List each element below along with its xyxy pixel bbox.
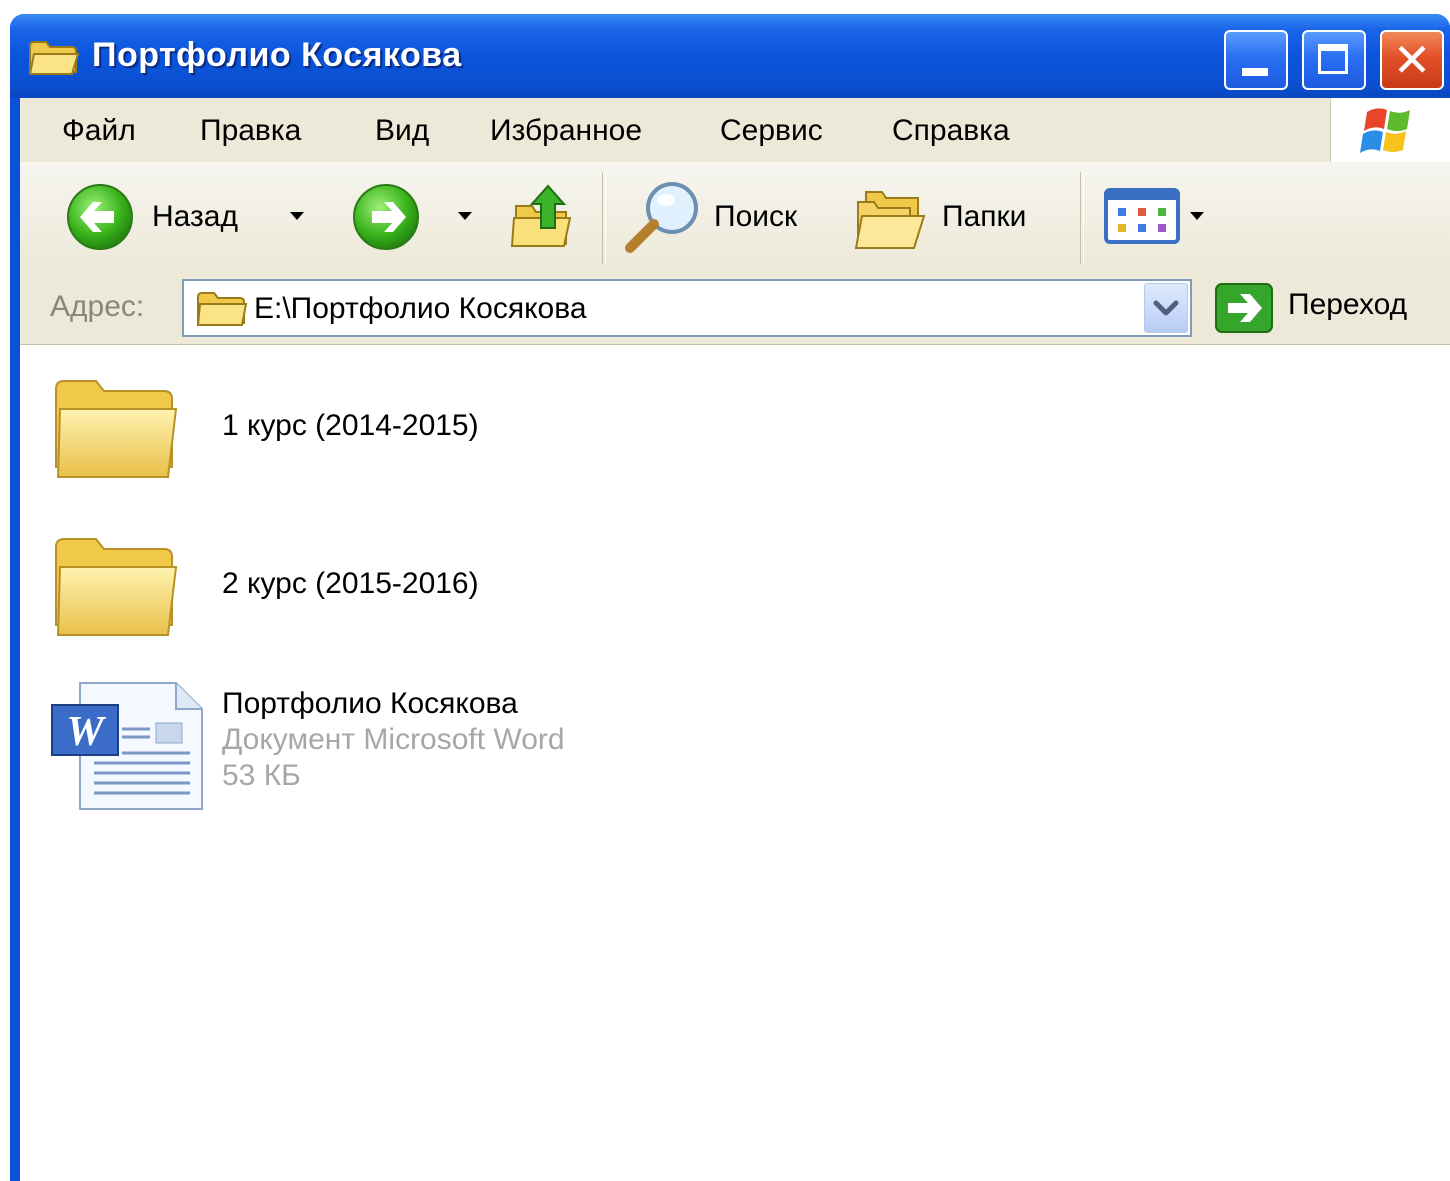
- address-input[interactable]: E:\Портфолио Косякова: [182, 279, 1192, 337]
- windows-flag-icon: [1360, 108, 1410, 153]
- go-button-label[interactable]: Переход: [1288, 288, 1407, 322]
- document-size: 53 КБ: [222, 759, 301, 792]
- menu-view[interactable]: Вид: [375, 114, 429, 148]
- forward-arrow-icon[interactable]: [348, 182, 426, 252]
- svg-text:W: W: [66, 709, 106, 755]
- list-item[interactable]: 1 курс (2014-2015): [50, 375, 610, 485]
- folder-name: 1 курс (2014-2015): [222, 409, 479, 442]
- back-arrow-icon[interactable]: [62, 182, 140, 252]
- close-button[interactable]: ✕: [1380, 30, 1444, 90]
- toolbar-separator: [602, 172, 606, 264]
- maximize-icon: [1318, 44, 1348, 74]
- menu-tools[interactable]: Сервис: [720, 114, 823, 148]
- folder-open-icon: [28, 41, 80, 75]
- go-arrow-icon[interactable]: [1214, 282, 1274, 334]
- document-type: Документ Microsoft Word: [222, 723, 565, 756]
- minimize-button[interactable]: [1224, 30, 1288, 90]
- views-icon[interactable]: [1104, 188, 1184, 246]
- toolbar-separator: [1080, 172, 1084, 264]
- document-name: Портфолио Косякова: [222, 687, 518, 720]
- address-dropdown-button[interactable]: [1144, 283, 1188, 333]
- folders-button-label[interactable]: Папки: [942, 200, 1026, 234]
- folders-icon[interactable]: [852, 182, 930, 252]
- forward-dropdown-arrow[interactable]: [458, 212, 472, 220]
- folder-icon: [55, 538, 178, 636]
- chevron-down-icon: [1153, 300, 1179, 316]
- file-list: 1 курс (2014-2015) 2 курс (2015-2016) W …: [20, 345, 1450, 1181]
- list-item[interactable]: 2 курс (2015-2016): [50, 533, 610, 643]
- folder-icon: [55, 380, 178, 478]
- back-dropdown-arrow[interactable]: [290, 212, 304, 220]
- address-label: Адрес:: [50, 290, 145, 323]
- back-button-label[interactable]: Назад: [152, 200, 238, 234]
- views-dropdown-arrow[interactable]: [1190, 212, 1204, 220]
- search-icon[interactable]: [622, 176, 706, 258]
- title-bar[interactable]: Портфолио Косякова ✕: [10, 14, 1450, 98]
- menu-bar: Файл Правка Вид Избранное Сервис Справка: [20, 98, 1450, 163]
- standard-toolbar: Назад Поиск Папки: [20, 162, 1450, 273]
- menu-help[interactable]: Справка: [892, 114, 1010, 148]
- menu-file[interactable]: Файл: [62, 114, 136, 148]
- explorer-window: Портфолио Косякова ✕ Файл Правка Вид Изб…: [10, 14, 1450, 1181]
- menu-favorites[interactable]: Избранное: [490, 114, 642, 148]
- word-document-icon: W: [51, 682, 203, 810]
- folder-icon: [196, 292, 248, 326]
- minimize-icon: [1242, 68, 1268, 76]
- search-button-label[interactable]: Поиск: [714, 200, 797, 234]
- menu-edit[interactable]: Правка: [200, 114, 301, 148]
- windows-logo: [1330, 98, 1450, 162]
- up-folder-icon[interactable]: [510, 182, 580, 252]
- window-title: Портфолио Косякова: [92, 36, 462, 74]
- maximize-button[interactable]: [1302, 30, 1366, 90]
- address-bar: Адрес: E:\Портфолио Косякова Переход: [20, 272, 1450, 345]
- window-client-area: Файл Правка Вид Избранное Сервис Справка: [20, 98, 1450, 1181]
- address-value: E:\Портфолио Косякова: [254, 292, 587, 325]
- close-icon: ✕: [1392, 34, 1432, 86]
- folder-name: 2 курс (2015-2016): [222, 567, 479, 600]
- list-item[interactable]: W Портфолио Косякова Документ Microsoft …: [50, 679, 670, 819]
